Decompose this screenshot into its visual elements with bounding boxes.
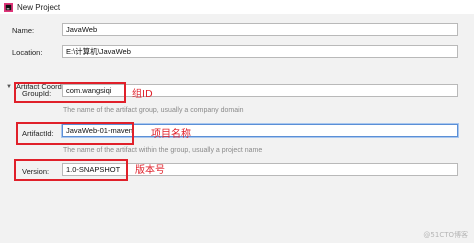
location-label: Location: <box>12 48 43 57</box>
chevron-down-icon: ▼ <box>6 83 12 90</box>
artifactid-hint: The name of the artifact within the grou… <box>63 147 263 154</box>
groupid-hint: The name of the artifact group, usually … <box>63 107 244 114</box>
artifactid-annotation: 项目名称 <box>151 129 191 140</box>
intellij-app-icon <box>4 3 13 12</box>
artifactid-highlight-box <box>16 122 134 145</box>
name-field[interactable]: JavaWeb <box>62 23 458 36</box>
groupid-highlight-box <box>14 82 126 103</box>
window-title: New Project <box>17 3 61 12</box>
title-bar: New Project <box>0 0 474 14</box>
watermark: @51CTO博客 <box>423 231 468 239</box>
dialog-content: Name: JavaWeb Location: E:\计算机\JavaWeb ▼… <box>0 14 474 243</box>
groupid-annotation: 组ID <box>132 89 153 100</box>
name-label: Name: <box>12 26 35 35</box>
version-annotation: 版本号 <box>135 165 165 176</box>
location-field[interactable]: E:\计算机\JavaWeb <box>62 45 458 58</box>
version-highlight-box <box>14 159 128 181</box>
